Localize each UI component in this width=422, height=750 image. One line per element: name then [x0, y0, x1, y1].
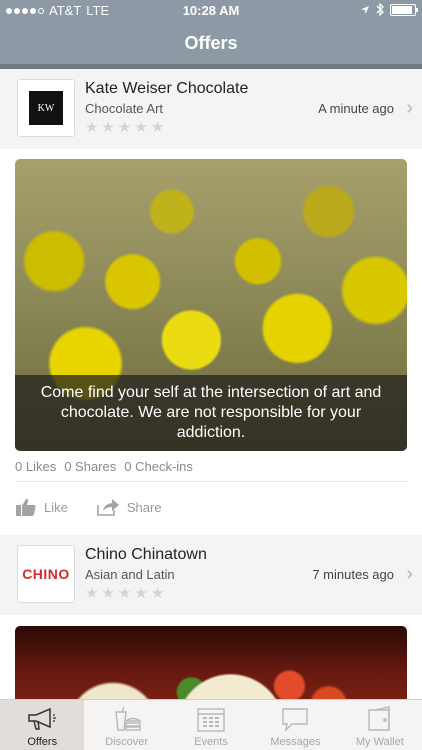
- post-time: 7 minutes ago: [312, 567, 394, 582]
- star-icon: ★: [117, 585, 132, 602]
- tab-label: Offers: [27, 736, 58, 748]
- merchant-category: Chocolate Art: [85, 101, 164, 116]
- rating-stars: ★ ★ ★ ★ ★: [85, 586, 164, 601]
- tab-discover[interactable]: Discover: [84, 700, 168, 750]
- megaphone-icon: [28, 707, 57, 730]
- star-icon: ★: [101, 119, 115, 136]
- like-label: Like: [44, 499, 68, 515]
- merchant-name: Chino Chinatown: [85, 546, 207, 563]
- offer-image[interactable]: [15, 626, 407, 699]
- offer-caption: Come find your self at the intersection …: [15, 375, 407, 451]
- chino-logo-icon: CHINO: [22, 566, 70, 582]
- thumbs-up-icon: [16, 498, 36, 516]
- page-title: Offers: [184, 33, 238, 53]
- offer-actions: Like Share: [15, 497, 162, 517]
- star-icon: ★: [134, 585, 148, 602]
- tab-events[interactable]: Events: [169, 700, 253, 750]
- calendar-icon: [197, 708, 225, 732]
- checkins-count: 0 Check-ins: [124, 459, 193, 474]
- kate-weiser-logo-icon: KW: [29, 91, 63, 125]
- merchant-logo: KW: [17, 79, 75, 137]
- rating-stars: ★ ★ ★ ★ ★: [85, 120, 164, 135]
- divider: [15, 481, 407, 482]
- chevron-right-icon[interactable]: ›: [406, 97, 413, 120]
- star-icon: ★: [85, 119, 99, 136]
- merchant-name: Kate Weiser Chocolate: [85, 80, 249, 97]
- battery-icon: [390, 3, 418, 16]
- merchant-category: Asian and Latin: [85, 567, 175, 582]
- chevron-right-icon[interactable]: ›: [406, 563, 413, 586]
- star-icon: ★: [101, 585, 115, 602]
- share-arrow-icon: [97, 499, 119, 516]
- wallet-icon: [368, 706, 390, 731]
- likes-count: 0 Likes: [15, 459, 57, 474]
- tab-label: My Wallet: [355, 736, 404, 748]
- like-button[interactable]: Like: [15, 497, 68, 517]
- tab-label: Messages: [270, 736, 321, 748]
- tab-label: Events: [194, 736, 228, 748]
- tab-label: Discover: [105, 736, 148, 748]
- tab-messages[interactable]: Messages: [253, 700, 337, 750]
- star-icon: ★: [85, 585, 99, 602]
- merchant-row[interactable]: CHINO Chino Chinatown Asian and Latin ★ …: [0, 535, 422, 615]
- food-photo: [15, 626, 407, 699]
- merchant-row[interactable]: KW Kate Weiser Chocolate Chocolate Art ★…: [0, 69, 422, 149]
- nav-bar: Offers: [0, 22, 422, 64]
- drink-burger-icon: [114, 706, 142, 731]
- star-icon: ★: [117, 119, 132, 136]
- chat-bubble-icon: [282, 708, 309, 732]
- shares-count: 0 Shares: [64, 459, 117, 474]
- offer-image[interactable]: Come find your self at the intersection …: [15, 159, 407, 451]
- share-button[interactable]: Share: [96, 497, 162, 517]
- tab-my-wallet[interactable]: My Wallet: [338, 700, 422, 750]
- star-icon: ★: [134, 119, 148, 136]
- share-label: Share: [126, 499, 162, 515]
- bluetooth-icon: [376, 3, 384, 16]
- star-icon: ★: [150, 585, 165, 602]
- offer-stats: 0 Likes 0 Shares 0 Check-ins: [15, 459, 193, 474]
- post-time: A minute ago: [318, 101, 394, 116]
- tab-bar: Offers Discover Events Messages My Walle…: [0, 699, 422, 750]
- merchant-logo: CHINO: [17, 545, 75, 603]
- offers-feed[interactable]: KW Kate Weiser Chocolate Chocolate Art ★…: [0, 69, 422, 699]
- status-bar: AT&T LTE 10:28 AM: [0, 0, 422, 22]
- status-time: 10:28 AM: [182, 3, 240, 18]
- tab-offers[interactable]: Offers: [0, 700, 85, 750]
- star-icon: ★: [150, 119, 165, 136]
- location-arrow-icon: [361, 5, 369, 14]
